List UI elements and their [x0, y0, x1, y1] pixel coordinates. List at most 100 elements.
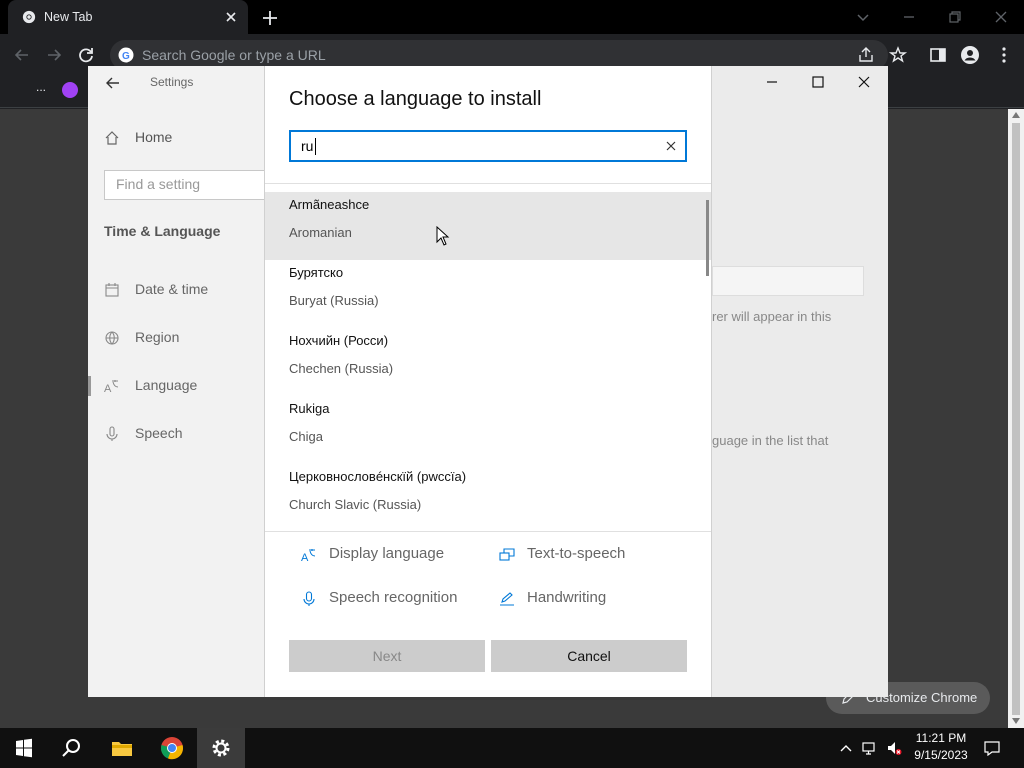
chrome-menu-icon[interactable]	[994, 45, 1014, 65]
back-icon[interactable]	[12, 45, 32, 65]
language-english-name: Aromanian	[289, 225, 352, 240]
scroll-up-arrow-icon[interactable]	[1012, 112, 1020, 118]
folder-icon	[112, 742, 132, 756]
windows-start-icon	[16, 738, 32, 758]
notification-icon[interactable]	[984, 740, 1000, 756]
side-panel-icon[interactable]	[928, 45, 948, 65]
chrome-app-icon	[161, 737, 183, 760]
language-search-input[interactable]: ru	[289, 130, 687, 162]
bookmarks-more[interactable]: ...	[36, 80, 46, 94]
language-item[interactable]: Armãneashce Aromanian	[265, 192, 711, 260]
nav-date-time-label: Date & time	[135, 281, 209, 297]
language-english-name: Buryat (Russia)	[289, 293, 379, 308]
settings-content-background: rer will appear in this guage in the lis…	[712, 66, 888, 697]
settings-sidebar: Settings Home Find a setting Time & Lang…	[88, 66, 265, 697]
language-item[interactable]: Нохчийн (Росси) Chechen (Russia)	[265, 328, 711, 396]
start-button[interactable]	[0, 728, 48, 768]
restore-icon[interactable]	[946, 8, 964, 26]
windows-taskbar: 11:21 PM 9/15/2023	[0, 728, 1024, 768]
settings-close-icon[interactable]	[856, 74, 872, 90]
nav-speech-label: Speech	[135, 425, 183, 441]
language-native-name: Нохчийн (Росси)	[289, 333, 389, 348]
google-icon: G	[118, 47, 134, 63]
volume-muted-icon[interactable]	[886, 740, 902, 756]
list-divider-bottom	[265, 531, 711, 532]
handwriting-icon	[500, 592, 514, 606]
globe-icon	[105, 331, 119, 345]
chrome-tab-strip: New Tab	[0, 0, 1024, 34]
feature-handwriting-label: Handwriting	[527, 589, 607, 606]
clear-search-icon[interactable]	[665, 140, 677, 152]
bookmark-star-icon[interactable]	[888, 45, 908, 65]
close-tab-icon[interactable]	[222, 8, 240, 26]
omnibox-placeholder: Search Google or type a URL	[142, 47, 326, 63]
language-native-name: Rukiga	[289, 401, 330, 416]
new-tab-plus-icon[interactable]	[260, 8, 280, 28]
mouse-cursor-icon	[436, 226, 450, 246]
chrome-tab-new-tab[interactable]: New Tab	[8, 0, 248, 34]
language-icon: A	[104, 380, 119, 394]
dialog-title: Choose a language to install	[289, 88, 542, 110]
tab-title: New Tab	[44, 10, 93, 24]
language-list: Armãneashce Aromanian Бурятско Buryat (R…	[265, 192, 711, 532]
network-icon[interactable]	[862, 740, 878, 756]
background-text-2: guage in the list that	[712, 433, 829, 448]
language-item[interactable]: Rukiga Chiga	[265, 396, 711, 464]
taskbar-file-explorer[interactable]	[98, 728, 146, 768]
scroll-down-arrow-icon[interactable]	[1012, 718, 1020, 724]
back-arrow-icon[interactable]	[104, 74, 122, 92]
settings-minimize-icon[interactable]	[764, 74, 780, 90]
choose-language-dialog: Choose a language to install ru Armãneas…	[264, 66, 712, 697]
find-setting-input[interactable]: Find a setting	[104, 170, 265, 200]
active-nav-indicator	[88, 376, 91, 396]
language-native-name: Armãneashce	[289, 197, 370, 212]
svg-text:A: A	[104, 383, 112, 394]
display-language-icon: A	[301, 549, 316, 563]
language-native-name: Бурятско	[289, 265, 344, 280]
tray-chevron-up-icon[interactable]	[838, 740, 854, 756]
settings-title: Settings	[150, 75, 194, 89]
list-divider-top	[265, 183, 711, 184]
search-icon	[62, 739, 80, 757]
close-window-icon[interactable]	[992, 8, 1010, 26]
nav-home-label: Home	[135, 129, 173, 145]
scrollbar-thumb[interactable]	[1012, 123, 1020, 715]
share-icon[interactable]	[856, 45, 876, 65]
language-item[interactable]: Церковнословéнскїй (рwссїа) Church Slavi…	[265, 464, 711, 532]
next-button[interactable]: Next	[289, 640, 485, 672]
taskbar-search-button[interactable]	[48, 728, 96, 768]
page-scrollbar[interactable]	[1008, 109, 1024, 728]
svg-text:A: A	[301, 552, 309, 563]
language-native-name: Церковнословéнскїй (рwссїа)	[289, 469, 467, 484]
taskbar-settings[interactable]	[197, 728, 245, 768]
reload-icon[interactable]	[76, 45, 96, 65]
cancel-button[interactable]: Cancel	[491, 640, 687, 672]
calendar-icon	[105, 283, 119, 297]
nav-language-label: Language	[135, 377, 198, 393]
settings-gear-icon	[212, 739, 230, 757]
language-search-value: ru	[301, 138, 314, 154]
tray-date[interactable]: 9/15/2023	[912, 748, 970, 762]
tray-time[interactable]: 11:21 PM	[912, 731, 970, 745]
language-english-name: Church Slavic (Russia)	[289, 497, 422, 512]
text-to-speech-icon	[499, 548, 515, 561]
bookmark-app-icon[interactable]	[62, 82, 78, 98]
minimize-icon[interactable]	[900, 8, 918, 26]
profile-avatar-icon[interactable]	[960, 45, 980, 65]
speech-recognition-icon	[303, 591, 315, 606]
language-list-scrollbar[interactable]	[706, 200, 709, 276]
section-header: Time & Language	[104, 223, 221, 239]
home-icon	[105, 131, 119, 145]
forward-icon[interactable]	[44, 45, 64, 65]
tab-search-chevron-icon[interactable]	[854, 8, 872, 26]
chrome-icon	[22, 10, 36, 24]
language-english-name: Chiga	[289, 429, 323, 444]
svg-text:G: G	[122, 51, 130, 62]
feature-display-language-label: Display language	[329, 545, 445, 562]
language-item[interactable]: Бурятско Buryat (Russia)	[265, 260, 711, 328]
feature-speech-recognition-label: Speech recognition	[329, 589, 458, 606]
taskbar-chrome[interactable]	[148, 728, 196, 768]
background-dropdown	[712, 266, 864, 296]
language-english-name: Chechen (Russia)	[289, 361, 394, 376]
settings-maximize-icon[interactable]	[810, 74, 826, 90]
